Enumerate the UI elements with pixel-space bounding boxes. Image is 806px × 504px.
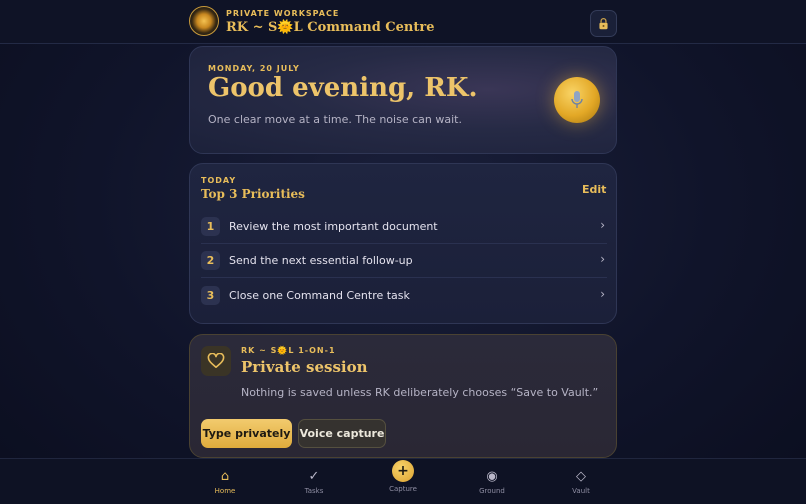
app-header: PRIVATE WORKSPACE RK ~ S🌞L Command Centr…: [0, 0, 806, 44]
type-privately-button[interactable]: Type privately: [201, 419, 292, 448]
priority-number: 3: [201, 286, 220, 305]
sun-logo-icon: [189, 6, 219, 36]
nav-item-vault[interactable]: ◇ Vault: [551, 459, 611, 504]
priorities-eyebrow: TODAY: [201, 176, 237, 185]
bottom-nav: ⌂ Home ✓ Tasks + Capture ◉ Ground ◇ Vaul…: [0, 458, 806, 504]
priority-item[interactable]: 3 Close one Command Centre task ›: [201, 279, 607, 313]
date-label: MONDAY, 20 JULY: [208, 64, 300, 73]
nav-item-home[interactable]: ⌂ Home: [195, 459, 255, 504]
nav-label: Tasks: [304, 487, 324, 495]
vault-icon: ◇: [576, 469, 586, 484]
nav-label: Ground: [479, 487, 505, 495]
greeting-heading: Good evening, RK.: [208, 73, 478, 103]
lock-icon: [599, 17, 608, 30]
nav-label: Home: [214, 487, 236, 495]
private-session-card: RK ~ S🌞L 1-ON-1 Private session Nothing …: [189, 334, 617, 458]
session-subtitle: Nothing is saved unless RK deliberately …: [241, 386, 599, 399]
greeting-subtitle: One clear move at a time. The noise can …: [208, 113, 462, 126]
lock-button[interactable]: [590, 10, 617, 37]
heart-icon: [207, 353, 225, 369]
ground-icon: ◉: [486, 469, 498, 484]
app-title: RK ~ S🌞L Command Centre: [226, 20, 435, 35]
workspace-eyebrow: PRIVATE WORKSPACE: [226, 9, 340, 18]
session-eyebrow: RK ~ S🌞L 1-ON-1: [241, 346, 336, 355]
priority-text: Review the most important document: [229, 220, 438, 233]
priority-text: Close one Command Centre task: [229, 289, 410, 302]
plus-icon: +: [392, 460, 414, 482]
nav-item-ground[interactable]: ◉ Ground: [462, 459, 522, 504]
check-icon: ✓: [308, 469, 320, 484]
priorities-title: Top 3 Priorities: [201, 187, 305, 201]
nav-item-capture[interactable]: + Capture: [373, 459, 433, 504]
voice-capture-button[interactable]: Voice capture: [298, 419, 386, 448]
greeting-card: MONDAY, 20 JULY Good evening, RK. One cl…: [189, 46, 617, 154]
priorities-card: TODAY Top 3 Priorities Edit 1 Review the…: [189, 163, 617, 324]
priority-item[interactable]: 2 Send the next essential follow-up ›: [201, 244, 607, 278]
nav-label: Vault: [572, 487, 590, 495]
session-title: Private session: [241, 358, 368, 376]
priority-item[interactable]: 1 Review the most important document ›: [201, 210, 607, 244]
chevron-right-icon: ›: [600, 287, 605, 301]
home-icon: ⌂: [220, 469, 230, 484]
chevron-right-icon: ›: [600, 218, 605, 232]
edit-button[interactable]: Edit: [582, 183, 606, 196]
nav-label: Capture: [389, 485, 417, 493]
heart-badge: [201, 346, 231, 376]
nav-item-tasks[interactable]: ✓ Tasks: [284, 459, 344, 504]
priority-text: Send the next essential follow-up: [229, 254, 413, 267]
microphone-icon: [571, 91, 583, 108]
priority-number: 2: [201, 251, 220, 270]
priority-number: 1: [201, 217, 220, 236]
microphone-button[interactable]: [554, 77, 600, 123]
chevron-right-icon: ›: [600, 252, 605, 266]
